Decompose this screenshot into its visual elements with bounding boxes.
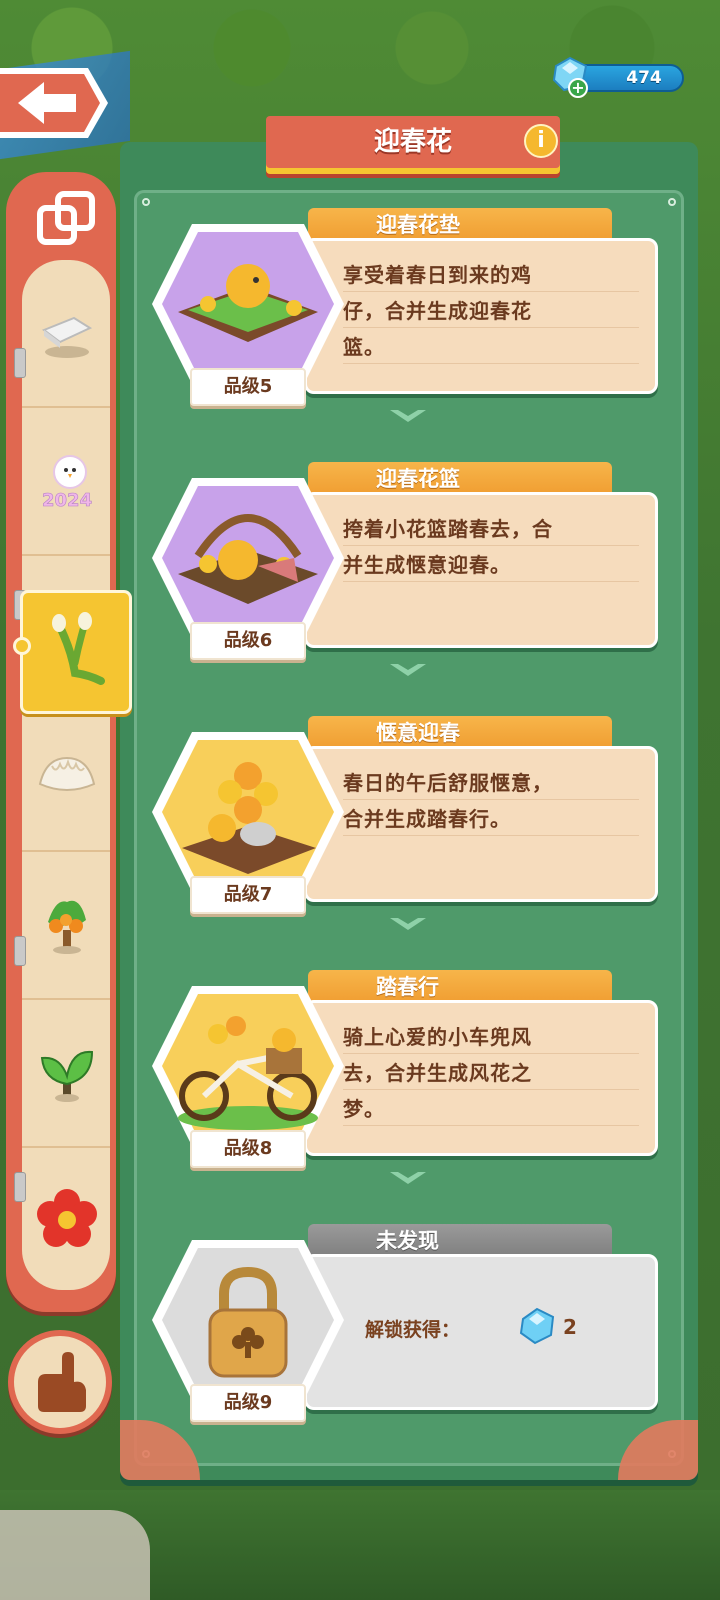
eraser-icon	[41, 316, 93, 358]
stone-path	[0, 1510, 150, 1600]
chick-2024-icon: 2024	[42, 455, 92, 511]
screw	[142, 198, 150, 206]
unlock-reward-label: 解锁获得：	[365, 1319, 461, 1341]
chick-cushion-item-image	[152, 224, 344, 384]
item-description: 骑上心爱的小车兜风 去，合并生成风花之 梦。	[343, 1019, 639, 1127]
item-grade: 品级5	[190, 368, 306, 406]
item-description: 春日的午后舒服惬意， 合并生成踏春行。	[343, 765, 639, 837]
panel-title-banner: 迎春花 i	[266, 116, 560, 168]
description-line: 合并生成踏春行。	[343, 807, 511, 831]
add-gems-icon[interactable]: +	[568, 78, 588, 98]
description-line: 篮。	[343, 335, 385, 359]
item-card-grade-5[interactable]: 迎春花垫 享受着春日到来的鸡 仔，合并生成迎春花 篮。 品级5	[148, 208, 660, 408]
sidebar-item-2024-chick[interactable]: 2024	[22, 408, 110, 556]
orange-tree-icon	[48, 900, 86, 954]
item-card-grade-6[interactable]: 迎春花篮 挎着小花篮踏春去，合 并生成惬意迎春。 品级6	[148, 462, 660, 662]
screw	[668, 198, 676, 206]
scroll-thumb-1	[14, 348, 26, 378]
item-grade: 品级7	[190, 876, 306, 914]
hand-pointer-icon	[38, 1352, 86, 1412]
spring-bicycle-item-image	[152, 986, 344, 1146]
item-description-box: 挎着小花篮踏春去，合 并生成惬意迎春。	[304, 492, 658, 648]
description-line: 挎着小花篮踏春去，合	[343, 517, 553, 541]
description-line: 骑上心爱的小车兜风	[343, 1025, 532, 1049]
description-line: 仔，合并生成迎春花	[343, 299, 532, 323]
sidebar-track: 2024	[22, 260, 110, 1290]
chevron-down-icon	[390, 410, 426, 422]
sidebar-item-orange-tree[interactable]	[22, 852, 110, 1000]
panel-title: 迎春花	[373, 127, 452, 157]
item-description: 享受着春日到来的鸡 仔，合并生成迎春花 篮。	[343, 257, 639, 365]
cozy-spring-item-image	[152, 732, 344, 892]
hand-pointer-button[interactable]	[8, 1330, 112, 1434]
dumpling-icon	[38, 756, 96, 791]
item-grade: 品级6	[190, 622, 306, 660]
svg-text:2024: 2024	[42, 490, 92, 511]
description-line: 并生成惬意迎春。	[343, 553, 511, 577]
scroll-thumb-3	[14, 936, 26, 966]
item-description-box: 享受着春日到来的鸡 仔，合并生成迎春花 篮。	[304, 238, 658, 394]
item-description: 挎着小花篮踏春去，合 并生成惬意迎春。	[343, 511, 639, 583]
item-card-grade-9-locked[interactable]: 未发现 解锁获得： 2 品级9	[148, 1224, 660, 1424]
flower-basket-item-image	[152, 478, 344, 638]
chevron-down-icon	[390, 1172, 426, 1184]
sidebar-item-flower-branch-active[interactable]	[13, 590, 132, 714]
red-flower-icon	[37, 1189, 97, 1247]
item-grade: 品级8	[190, 1130, 306, 1168]
gem-currency[interactable]: 474 +	[548, 56, 688, 98]
scroll-thumb-4	[14, 1172, 26, 1202]
item-grade: 品级9	[190, 1384, 306, 1422]
description-line: 去，合并生成风花之	[343, 1061, 532, 1085]
item-description-box: 骑上心爱的小车兜风 去，合并生成风花之 梦。	[304, 1000, 658, 1156]
category-sidebar: 2024	[6, 172, 132, 1312]
leaf-plant-icon	[40, 1050, 94, 1102]
flower-branch-icon	[52, 612, 105, 685]
back-button[interactable]	[0, 64, 110, 142]
collection-toggle-icon[interactable]	[36, 190, 96, 246]
padlock-icon	[152, 1240, 344, 1400]
gem-count: 474	[626, 68, 662, 88]
chevron-down-icon	[390, 918, 426, 930]
active-indicator	[13, 637, 31, 655]
sidebar-item-leaf-plant[interactable]	[22, 1000, 110, 1148]
description-line: 享受着春日到来的鸡	[343, 263, 532, 287]
description-line: 梦。	[343, 1097, 385, 1121]
unlock-reward-count: 2	[563, 1315, 577, 1339]
chevron-down-icon	[390, 664, 426, 676]
item-card-grade-8[interactable]: 踏春行 骑上心爱的小车兜风 去，合并生成风花之 梦。 品级8	[148, 970, 660, 1170]
item-description-box: 春日的午后舒服惬意， 合并生成踏春行。	[304, 746, 658, 902]
item-unlock-box: 解锁获得： 2	[304, 1254, 658, 1410]
item-card-grade-7[interactable]: 惬意迎春 春日的午后舒服惬意， 合并生成踏春行。 品级7	[148, 716, 660, 916]
back-arrow-icon	[0, 68, 108, 138]
description-line: 春日的午后舒服惬意，	[343, 771, 553, 795]
sidebar-item-dumpling[interactable]	[22, 704, 110, 852]
diamond-gem-icon	[519, 1307, 555, 1345]
sidebar-item-red-flower[interactable]	[22, 1148, 110, 1290]
sidebar-item-eraser[interactable]	[22, 260, 110, 408]
info-button[interactable]: i	[524, 124, 558, 158]
